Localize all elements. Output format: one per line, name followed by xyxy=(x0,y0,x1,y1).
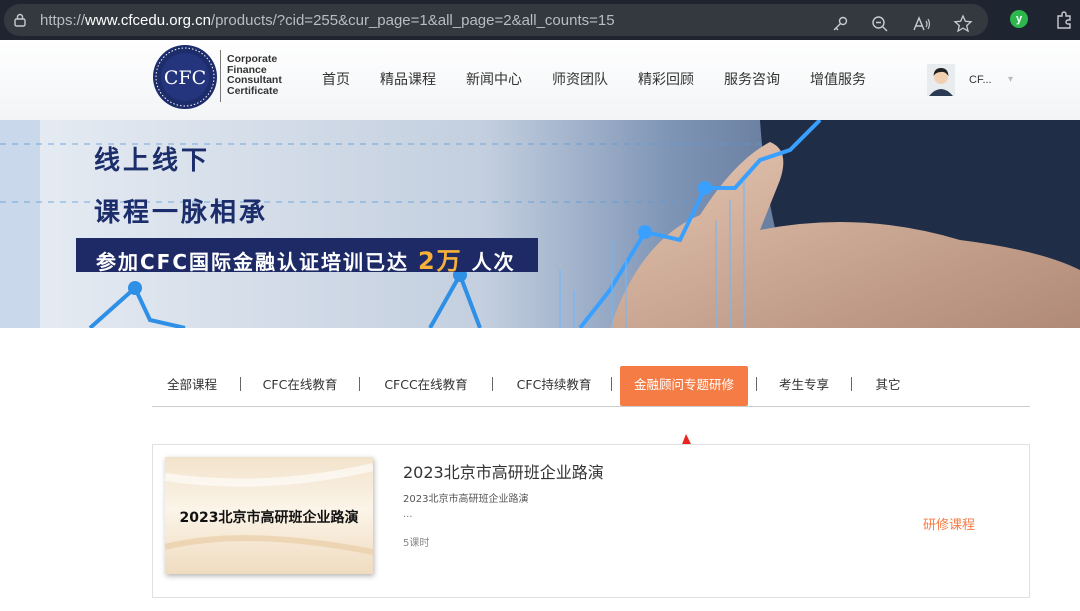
tab-divider xyxy=(359,377,360,391)
zoom-icon[interactable] xyxy=(870,14,890,34)
extensions-icon[interactable] xyxy=(1054,10,1074,30)
logo-line: Consultant xyxy=(227,74,282,86)
nav-item-consulting[interactable]: 服务咨询 xyxy=(724,69,780,89)
tab-other[interactable]: 其它 xyxy=(860,366,916,406)
course-hours: 5课时 xyxy=(403,538,430,549)
course-type-link[interactable]: 研修课程 xyxy=(923,514,975,533)
banner-strip-suffix: 人次 xyxy=(462,250,516,274)
logo-divider xyxy=(220,50,221,102)
tab-student-exclusive[interactable]: 考生专享 xyxy=(766,366,842,406)
banner-strip-prefix: 参加CFC国际金融认证培训已达 xyxy=(96,250,418,274)
tab-divider xyxy=(240,377,241,391)
tab-divider xyxy=(851,377,852,391)
banner-headline-2: 课程一脉相承 xyxy=(94,198,269,228)
avatar[interactable] xyxy=(927,64,955,96)
banner-highlight: 2万 xyxy=(417,247,463,275)
url-host: www.cfcedu.org.cn xyxy=(85,12,211,29)
site-header: CFC Corporate Finance Consultant Certifi… xyxy=(0,40,1080,120)
star-icon[interactable] xyxy=(953,14,973,34)
tab-cfcc-online[interactable]: CFCC在线教育 xyxy=(370,366,482,406)
tab-advisor-seminar[interactable]: 金融顾问专题研修 xyxy=(620,366,748,406)
url-text[interactable]: https://www.cfcedu.org.cn/products/?cid=… xyxy=(40,12,615,29)
tab-cfc-continuing[interactable]: CFC持续教育 xyxy=(503,366,605,406)
main-nav: 首页 精品课程 新闻中心 师资团队 精彩回顾 服务咨询 增值服务 xyxy=(322,69,896,89)
nav-item-home[interactable]: 首页 xyxy=(322,69,350,89)
cfc-logo[interactable]: CFC xyxy=(152,44,218,110)
course-thumbnail[interactable]: 2023北京市高研班企业路演 xyxy=(165,457,373,574)
course-card[interactable]: 2023北京市高研班企业路演 2023北京市高研班企业路演 2023北京市高研班… xyxy=(152,444,1030,598)
course-description-more: ... xyxy=(403,509,413,520)
url-prefix: https:// xyxy=(40,12,86,29)
nav-item-value-added[interactable]: 增值服务 xyxy=(810,69,866,89)
lock-icon[interactable] xyxy=(14,13,26,27)
tab-all-courses[interactable]: 全部课程 xyxy=(154,366,230,406)
course-description: 2023北京市高研班企业路演 xyxy=(403,494,529,505)
nav-item-review[interactable]: 精彩回顾 xyxy=(638,69,694,89)
nav-item-faculty[interactable]: 师资团队 xyxy=(552,69,608,89)
user-name[interactable]: CF... xyxy=(969,74,992,86)
address-bar[interactable]: https://www.cfcedu.org.cn/products/?cid=… xyxy=(4,4,988,36)
extension-badge[interactable]: y xyxy=(1010,10,1028,28)
tab-cfc-online[interactable]: CFC在线教育 xyxy=(250,366,350,406)
banner-strip-text: 参加CFC国际金融认证培训已达 2万 人次 xyxy=(96,241,516,276)
course-title[interactable]: 2023北京市高研班企业路演 xyxy=(403,459,604,483)
logo-line: Corporate xyxy=(227,53,278,65)
browser-toolbar: https://www.cfcedu.org.cn/products/?cid=… xyxy=(0,0,1080,40)
url-path: /products/?cid=255&cur_page=1&all_page=2… xyxy=(210,12,615,29)
read-aloud-icon[interactable] xyxy=(912,14,932,34)
banner-headline-1: 线上线下 xyxy=(94,146,211,176)
tab-divider xyxy=(756,377,757,391)
nav-item-news[interactable]: 新闻中心 xyxy=(466,69,522,89)
logo-wordmark: Corporate Finance Consultant Certificate xyxy=(227,54,282,96)
nav-item-courses[interactable]: 精品课程 xyxy=(380,69,436,89)
hero-banner[interactable]: 线上线下 课程一脉相承 参加CFC国际金融认证培训已达 2万 人次 xyxy=(0,120,1080,328)
logo-mark: CFC xyxy=(164,67,206,89)
key-icon[interactable] xyxy=(830,14,850,34)
course-category-tabs: 全部课程 CFC在线教育 CFCC在线教育 CFC持续教育 金融顾问专题研修 考… xyxy=(152,366,1030,407)
tab-divider xyxy=(492,377,493,391)
tab-divider xyxy=(611,377,612,391)
logo-line: Certificate xyxy=(227,84,279,97)
chevron-down-icon[interactable]: ▾ xyxy=(1008,74,1013,85)
thumbnail-title: 2023北京市高研班企业路演 xyxy=(179,510,359,526)
